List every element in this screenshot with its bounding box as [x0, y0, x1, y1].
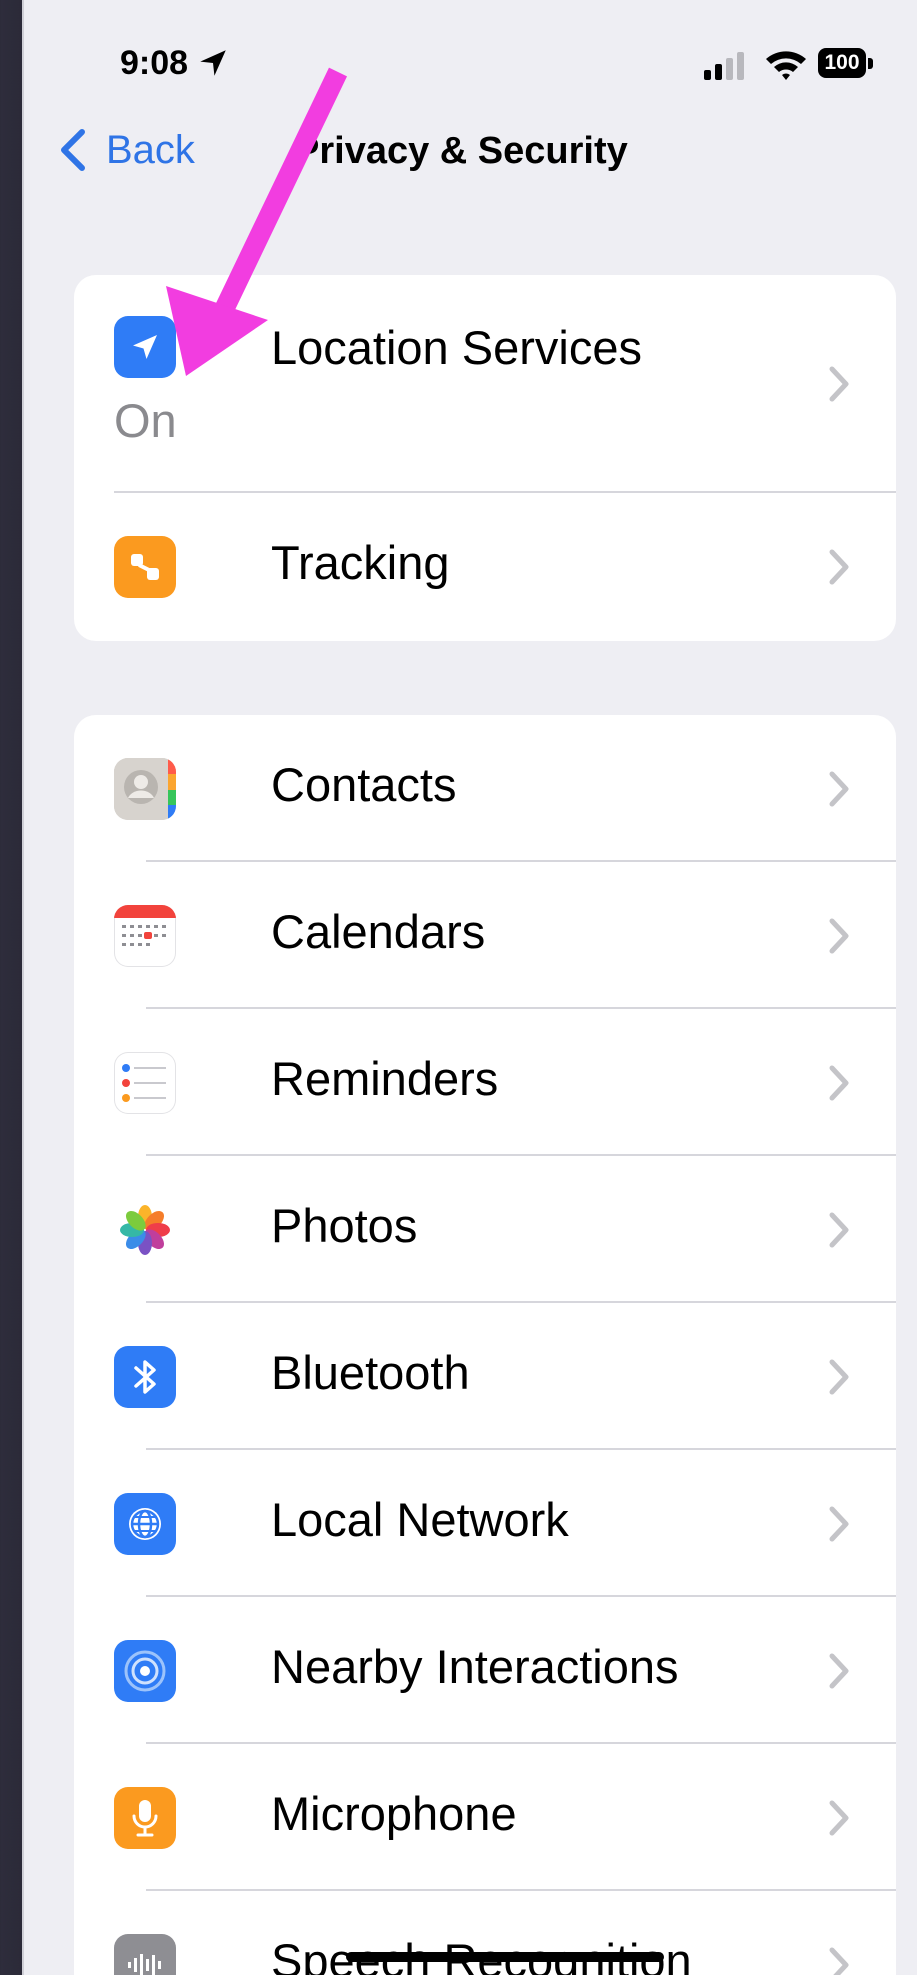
row-tracking[interactable]: Tracking — [74, 493, 896, 641]
settings-group-app-permissions: Contacts Calendars Reminders Photos Blue… — [74, 715, 896, 1975]
row-contacts[interactable]: Contacts — [74, 715, 896, 862]
location-services-value: On — [114, 394, 177, 447]
chevron-right-icon — [829, 1653, 849, 1689]
row-reminders[interactable]: Reminders — [74, 1009, 896, 1156]
chevron-right-icon — [829, 1065, 849, 1101]
contacts-icon — [114, 758, 176, 820]
home-indicator — [346, 1952, 664, 1962]
navigation-bar: Back Privacy & Security — [24, 120, 917, 180]
chevron-right-icon — [829, 1212, 849, 1248]
nearby-icon — [114, 1640, 176, 1702]
status-time: 9:08 — [120, 44, 189, 82]
row-label: Microphone — [271, 1787, 517, 1840]
row-label: Tracking — [271, 536, 450, 589]
chevron-right-icon — [829, 1800, 849, 1836]
chevron-right-icon — [829, 1947, 849, 1975]
row-speech-recognition[interactable]: Speech Recognition — [74, 1891, 896, 1975]
row-label: Photos — [271, 1199, 418, 1252]
battery-level: 100 — [818, 48, 866, 78]
row-microphone[interactable]: Microphone — [74, 1744, 896, 1891]
row-calendars[interactable]: Calendars — [74, 862, 896, 1009]
row-location-services[interactable]: Location Services On — [74, 275, 896, 493]
chevron-right-icon — [829, 1359, 849, 1395]
row-label: Calendars — [271, 905, 486, 958]
chevron-right-icon — [829, 1506, 849, 1542]
row-label: Local Network — [271, 1493, 569, 1546]
location-arrow-icon — [114, 316, 176, 378]
calendar-icon — [114, 905, 176, 967]
back-button[interactable]: Back — [56, 120, 195, 180]
row-nearby-interactions[interactable]: Nearby Interactions — [74, 1597, 896, 1744]
waveform-icon — [114, 1934, 176, 1975]
row-label: Nearby Interactions — [271, 1640, 679, 1693]
row-label: Location Services — [271, 321, 642, 374]
row-bluetooth[interactable]: Bluetooth — [74, 1303, 896, 1450]
bluetooth-icon — [114, 1346, 176, 1408]
chevron-right-icon — [829, 771, 849, 807]
page-title: Privacy & Security — [294, 130, 628, 172]
status-bar: 9:08 100 — [24, 44, 917, 84]
row-label: Contacts — [271, 758, 457, 811]
tracking-icon — [114, 536, 176, 598]
row-label: Reminders — [271, 1052, 499, 1105]
chevron-right-icon — [829, 918, 849, 954]
chevron-right-icon — [829, 366, 849, 402]
photos-icon — [114, 1199, 176, 1261]
microphone-icon — [114, 1787, 176, 1849]
signal-icon — [704, 52, 744, 80]
reminders-icon — [114, 1052, 176, 1114]
back-label: Back — [106, 127, 195, 172]
wifi-icon — [766, 51, 806, 80]
chevron-right-icon — [829, 549, 849, 585]
battery-icon: 100 — [818, 48, 874, 80]
globe-icon — [114, 1493, 176, 1555]
location-arrow-icon — [200, 50, 226, 76]
row-label: Bluetooth — [271, 1346, 470, 1399]
phone-screen: 9:08 100 Back Privacy & Security Locatio… — [22, 0, 917, 1975]
chevron-left-icon — [61, 129, 85, 171]
row-local-network[interactable]: Local Network — [74, 1450, 896, 1597]
row-photos[interactable]: Photos — [74, 1156, 896, 1303]
settings-group-primary: Location Services On Tracking — [74, 275, 896, 641]
